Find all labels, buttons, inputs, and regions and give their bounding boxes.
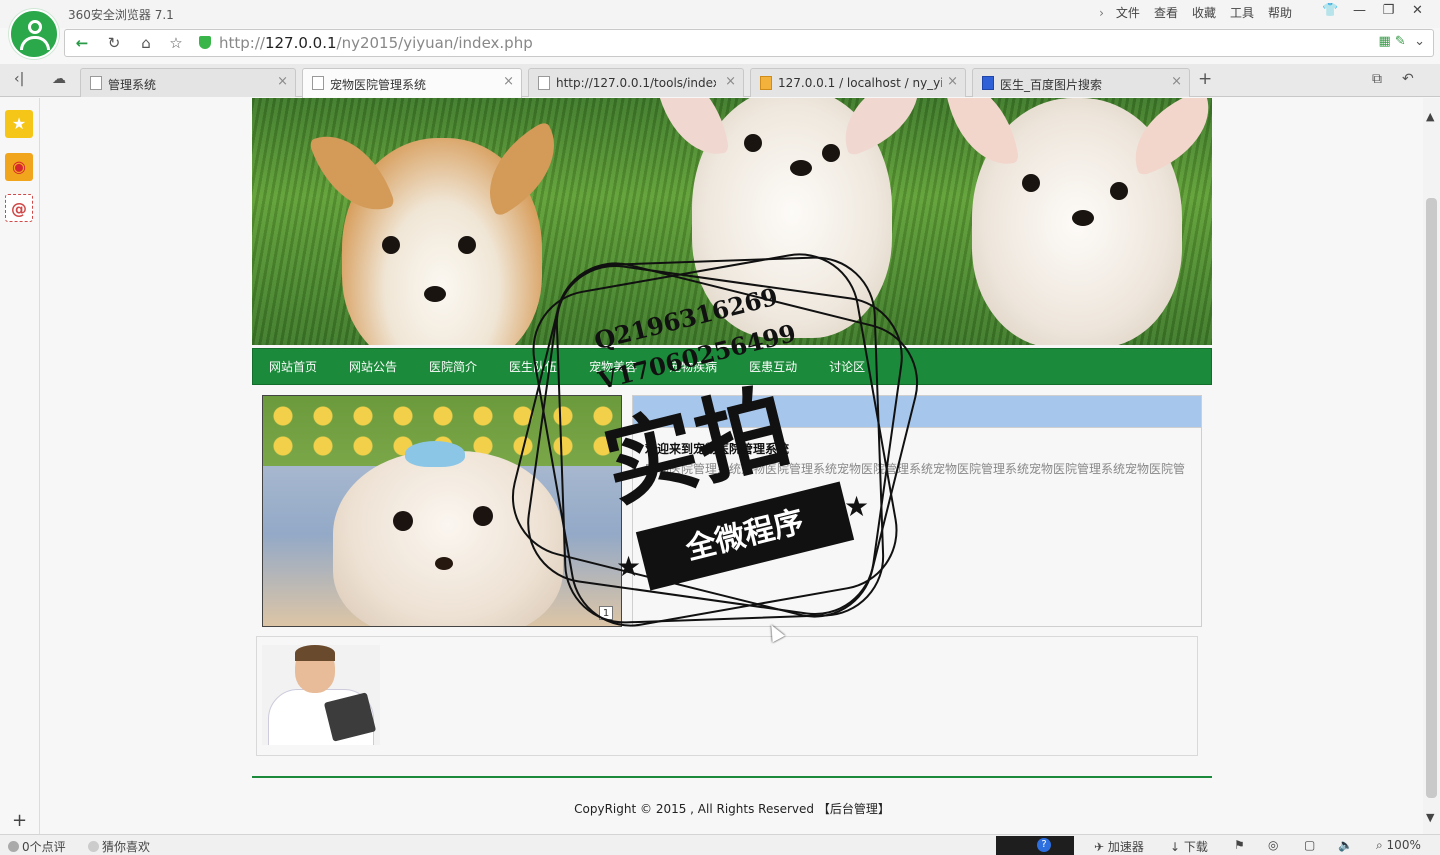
maximize-button[interactable]: ❐	[1374, 0, 1403, 22]
mail-icon[interactable]: @	[5, 194, 33, 222]
page-icon	[538, 76, 550, 90]
tab-close-icon[interactable]: ×	[277, 74, 288, 89]
security-shield-icon[interactable]	[199, 36, 211, 49]
menu-view[interactable]: 查看	[1154, 4, 1178, 21]
accelerator-button[interactable]: ✈ 加速器	[1094, 838, 1144, 855]
title-bar: 360安全浏览器 7.1 › 文件 查看 收藏 工具 帮助 👕 — ❐ ✕	[0, 0, 1440, 28]
address-right-icons[interactable]: ▦ ✎ ⌄	[1379, 34, 1425, 49]
close-button[interactable]: ✕	[1403, 0, 1432, 22]
tab-tools[interactable]: http://127.0.0.1/tools/index_ ×	[528, 68, 744, 97]
notice-title[interactable]: 欢迎来到宠物医院管理系统	[645, 440, 789, 457]
scroll-up-icon[interactable]: ▲	[1426, 110, 1434, 123]
sidebar-toggle-icon[interactable]: ‹|	[14, 71, 24, 87]
slideshow[interactable]: 1	[262, 395, 622, 627]
nav-about[interactable]: 医院简介	[429, 358, 477, 375]
menu-file[interactable]: 文件	[1116, 4, 1140, 21]
minimize-button[interactable]: —	[1345, 0, 1374, 22]
left-sidebar: ★ ◉ @ +	[0, 98, 40, 834]
web-page: 网站首页 网站公告 医院简介 医生队伍 宠物美容 宠物疾病 医患互动 讨论区 1…	[41, 98, 1423, 834]
banner-image	[252, 98, 1212, 345]
comments-status[interactable]: 0个点评	[8, 838, 66, 855]
tab-list-icon[interactable]: ⧉	[1372, 71, 1382, 87]
menu-tools[interactable]: 工具	[1230, 4, 1254, 21]
tab-close-icon[interactable]: ×	[1171, 74, 1182, 89]
page-icon	[312, 76, 324, 90]
star-icon[interactable]: ☆	[161, 30, 191, 56]
weibo-icon[interactable]: ◉	[5, 153, 33, 181]
undo-close-icon[interactable]: ↶	[1402, 71, 1414, 87]
tab-close-icon[interactable]: ×	[947, 74, 958, 89]
nav-home[interactable]: 网站首页	[269, 358, 317, 375]
tab-baidu-images[interactable]: 医生_百度图片搜索 ×	[972, 68, 1190, 97]
back-arrow-icon[interactable]: ←	[67, 30, 97, 56]
app-title: 360安全浏览器 7.1	[68, 8, 174, 22]
window-icon[interactable]: ▢	[1304, 838, 1315, 852]
comment-icon	[8, 841, 19, 852]
menu-favorites[interactable]: 收藏	[1192, 4, 1216, 21]
refresh-icon[interactable]: ↻	[99, 30, 129, 56]
help-icon[interactable]: ?	[1037, 838, 1051, 852]
baidu-icon	[982, 76, 994, 90]
address-bar: ← ↻ ⌂ ☆ http://127.0.0.1/ny2015/yiyuan/i…	[64, 29, 1434, 57]
skin-icon[interactable]: 👕	[1316, 0, 1345, 22]
nav-grooming[interactable]: 宠物美容	[589, 358, 637, 375]
browser-logo-icon[interactable]	[9, 9, 59, 59]
site-nav: 网站首页 网站公告 医院简介 医生队伍 宠物美容 宠物疾病 医患互动 讨论区	[252, 348, 1212, 385]
notice-text: 宠物医院管理系统宠物医院管理系统宠物医院管理系统宠物医院管理系统宠物医院管理系统…	[645, 462, 1186, 476]
scroll-down-icon[interactable]: ▼	[1426, 811, 1434, 824]
tab-close-icon[interactable]: ×	[503, 74, 514, 89]
phpmyadmin-icon	[760, 76, 772, 90]
tab-phpmyadmin[interactable]: 127.0.0.1 / localhost / ny_yiy ×	[750, 68, 966, 97]
favorites-star-icon[interactable]: ★	[5, 110, 33, 138]
notice-panel: 欢迎来到宠物医院管理系统 宠物医院管理系统宠物医院管理系统宠物医院管理系统宠物医…	[632, 395, 1202, 627]
flag-icon[interactable]: ⚑	[1234, 838, 1245, 852]
copyright-text[interactable]: CopyRight © 2015 , All Rights Reserved 【…	[252, 800, 1212, 817]
zoom-control[interactable]: ⌕ 100%	[1376, 838, 1421, 853]
nav-doctors[interactable]: 医生队伍	[509, 358, 557, 375]
page-icon	[90, 76, 102, 90]
url-input[interactable]: http://127.0.0.1/ny2015/yiyuan/index.php	[219, 34, 533, 52]
sidebar-add-button[interactable]: +	[12, 810, 27, 831]
nav-diseases[interactable]: 宠物疾病	[669, 358, 717, 375]
ie-mode-icon[interactable]: ◎	[1268, 838, 1278, 852]
doctor-photo[interactable]	[262, 645, 380, 745]
scroll-thumb[interactable]	[1426, 198, 1437, 798]
ime-toolbar[interactable]: ?	[996, 836, 1074, 855]
footer-divider	[252, 776, 1212, 778]
tab-close-icon[interactable]: ×	[725, 74, 736, 89]
vertical-scrollbar[interactable]: ▲ ▼	[1423, 98, 1440, 834]
download-button[interactable]: ↓ 下载	[1170, 838, 1208, 855]
status-bar: 0个点评 猜你喜欢 ? ✈ 加速器 ↓ 下载 ⚑ ◎ ▢ 🔈 ⌕ 100%	[0, 834, 1440, 855]
menu-bar: › 文件 查看 收藏 工具 帮助	[1099, 4, 1306, 21]
home-icon[interactable]: ⌂	[131, 30, 161, 56]
cloud-icon[interactable]: ☁	[52, 71, 66, 87]
nav-notice[interactable]: 网站公告	[349, 358, 397, 375]
slide-indicator[interactable]: 1	[599, 606, 613, 620]
tab-pet-hospital[interactable]: 宠物医院管理系统 ×	[302, 68, 522, 98]
sound-icon[interactable]: 🔈	[1338, 838, 1353, 852]
chevron-right-icon[interactable]: ›	[1099, 6, 1104, 20]
guess-status[interactable]: 猜你喜欢	[88, 838, 150, 855]
nav-interaction[interactable]: 医患互动	[749, 358, 797, 375]
slide-image	[333, 441, 563, 626]
tab-admin[interactable]: 管理系统 ×	[80, 68, 296, 97]
new-tab-button[interactable]: +	[1198, 69, 1212, 89]
tab-bar: ‹| ☁ 管理系统 × 宠物医院管理系统 × http://127.0.0.1/…	[0, 64, 1440, 98]
window-controls: 👕 — ❐ ✕	[1316, 0, 1432, 22]
doctors-panel	[256, 636, 1198, 756]
menu-help[interactable]: 帮助	[1268, 4, 1292, 21]
guess-icon	[88, 841, 99, 852]
notice-header	[633, 396, 1201, 428]
nav-forum[interactable]: 讨论区	[829, 358, 865, 375]
